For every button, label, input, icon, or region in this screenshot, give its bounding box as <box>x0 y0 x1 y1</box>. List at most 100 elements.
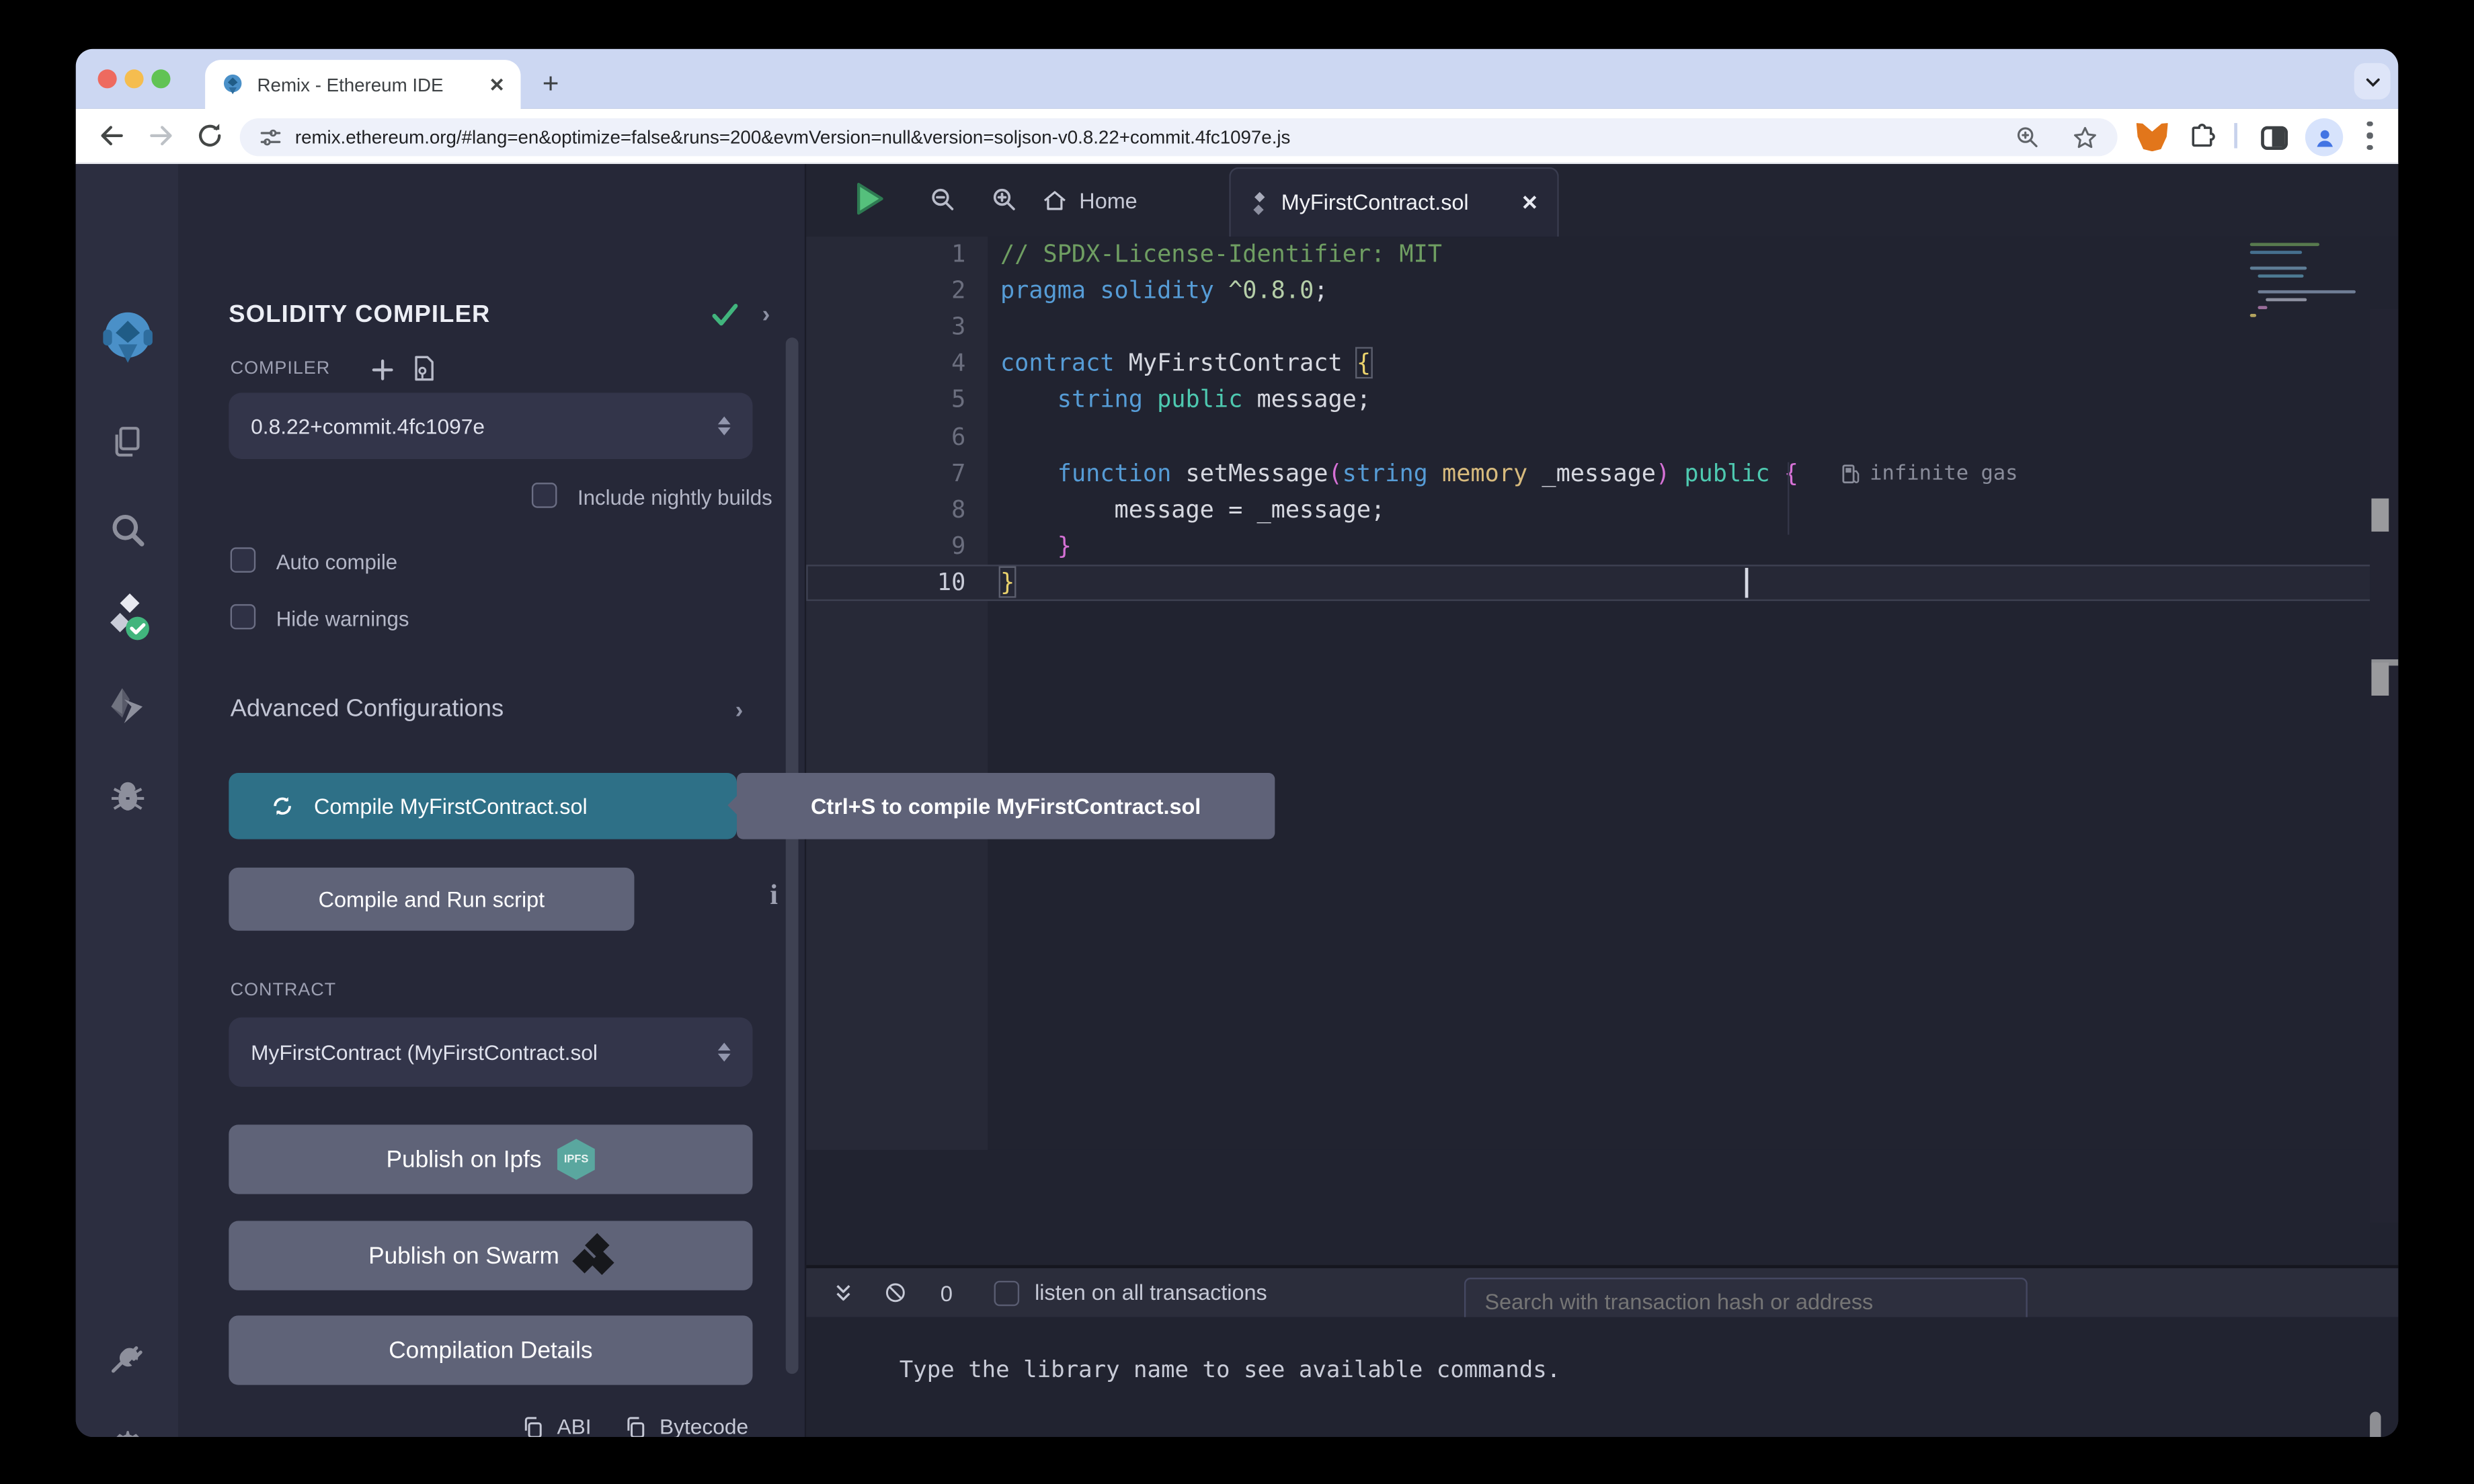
terminal-scrollbar[interactable] <box>2370 1412 2381 1438</box>
tab-close-icon[interactable]: ✕ <box>489 73 505 95</box>
ipfs-logo-icon: IPFS <box>557 1139 595 1180</box>
collapse-terminal-icon[interactable] <box>833 1282 854 1303</box>
advanced-chevron-icon[interactable]: › <box>735 697 744 724</box>
traffic-light-minimize[interactable] <box>124 69 143 88</box>
extensions-icon[interactable] <box>2186 120 2221 155</box>
code-text: } <box>988 565 1014 601</box>
listen-transactions-checkbox[interactable] <box>994 1280 1019 1306</box>
compile-button[interactable]: Compile MyFirstContract.sol <box>229 773 737 839</box>
compiler-file-icon[interactable] <box>409 354 439 384</box>
split-view-icon[interactable] <box>2256 120 2291 155</box>
tab-overflow-button[interactable] <box>2354 63 2391 99</box>
debugger-icon[interactable] <box>76 760 179 829</box>
code-line-8[interactable]: 8 message = _message; <box>806 492 2384 528</box>
select-arrows-icon <box>718 416 731 436</box>
scroll-marker <box>2371 499 2389 532</box>
fox-icon <box>2137 123 2168 151</box>
compiler-version-value: 0.8.22+commit.4fc1097e <box>251 414 485 438</box>
indent-guide <box>1788 462 1789 535</box>
search-icon[interactable] <box>76 495 179 565</box>
info-icon[interactable]: i <box>770 878 778 911</box>
line-number: 10 <box>806 565 988 601</box>
home-icon <box>1041 187 1068 214</box>
reload-icon[interactable] <box>196 122 224 150</box>
tab-close-icon[interactable]: ✕ <box>1521 190 1539 216</box>
metamask-icon[interactable] <box>2134 120 2169 155</box>
code-line-9[interactable]: 9 } <box>806 528 2384 565</box>
code-text: contract MyFirstContract { <box>988 346 1371 382</box>
code-line-2[interactable]: 2pragma solidity ^0.8.0; <box>806 273 2384 309</box>
run-script-icon[interactable] <box>855 181 885 216</box>
auto-compile-checkbox[interactable] <box>231 547 256 573</box>
advanced-configurations[interactable]: Advanced Configurations <box>231 696 504 724</box>
include-nightly-checkbox[interactable] <box>532 483 557 508</box>
url-bar[interactable]: remix.ethereum.org/#lang=en&optimize=fal… <box>240 118 2118 156</box>
compile-success-check-icon <box>710 300 740 330</box>
panel-scrollbar[interactable] <box>786 337 799 1374</box>
publish-ipfs-button[interactable]: Publish on Ipfs IPFS <box>229 1124 752 1194</box>
site-settings-icon[interactable] <box>259 126 282 149</box>
tab-myfirstcontract[interactable]: MyFirstContract.sol ✕ <box>1229 167 1559 237</box>
bytecode-label[interactable]: Bytecode <box>660 1415 748 1437</box>
traffic-light-zoom[interactable] <box>151 69 170 88</box>
include-nightly-label: Include nightly builds <box>577 486 772 509</box>
browser-tabstrip: Remix - Ethereum IDE ✕ + <box>76 49 2399 109</box>
minimap[interactable] <box>2250 243 2367 356</box>
terminal-body[interactable]: Type the library name to see available c… <box>806 1317 2398 1437</box>
code-line-3[interactable]: 3 <box>806 309 2384 345</box>
browser-tab[interactable]: Remix - Ethereum IDE ✕ <box>205 60 520 109</box>
chevron-down-icon <box>2363 72 2382 91</box>
code-line-1[interactable]: 1// SPDX-License-Identifier: MIT <box>806 237 2384 273</box>
code-line-4[interactable]: 4contract MyFirstContract { <box>806 346 2384 382</box>
back-icon[interactable] <box>98 122 126 150</box>
contract-select[interactable]: MyFirstContract (MyFirstContract.sol <box>229 1018 752 1087</box>
abi-label[interactable]: ABI <box>557 1415 591 1437</box>
chrome-menu-icon[interactable] <box>2366 122 2372 150</box>
deploy-run-icon[interactable] <box>76 672 179 741</box>
add-compiler-icon[interactable] <box>369 356 396 383</box>
url-text[interactable]: remix.ethereum.org/#lang=en&optimize=fal… <box>295 126 2015 149</box>
browser-window: Remix - Ethereum IDE ✕ + remix.ethereum.… <box>76 49 2399 1437</box>
code-text: // SPDX-License-Identifier: MIT <box>988 237 1442 273</box>
code-editor[interactable]: 1// SPDX-License-Identifier: MIT2pragma … <box>806 237 2398 1150</box>
solidity-compiler-panel: SOLIDITY COMPILER › COMPILER 0.8.22+comm… <box>178 164 805 1437</box>
toolbar-divider <box>2234 123 2237 149</box>
bookmark-star-icon[interactable] <box>2072 124 2099 151</box>
line-number: 5 <box>806 382 988 419</box>
line-number: 6 <box>806 419 988 455</box>
code-text: pragma solidity ^0.8.0; <box>988 273 1328 309</box>
new-tab-button[interactable]: + <box>530 63 571 104</box>
clear-console-icon[interactable] <box>883 1281 907 1305</box>
line-number: 8 <box>806 492 988 528</box>
line-number: 4 <box>806 346 988 382</box>
compilation-details-button[interactable]: Compilation Details <box>229 1315 752 1385</box>
plugin-manager-icon[interactable] <box>76 1322 179 1391</box>
copy-abi-icon[interactable] <box>520 1415 546 1437</box>
compile-and-run-button[interactable]: Compile and Run script <box>229 868 634 931</box>
overview-ruler[interactable] <box>2370 309 2398 1223</box>
zoom-page-icon[interactable] <box>2015 124 2040 150</box>
tab-home[interactable]: Home <box>1041 164 1138 237</box>
hide-warnings-checkbox[interactable] <box>231 604 256 630</box>
code-line-5[interactable]: 5 string public message; <box>806 382 2384 419</box>
panel-pin-chevron-icon[interactable]: › <box>762 301 770 328</box>
code-text: } <box>988 528 1072 565</box>
profile-avatar[interactable] <box>2305 118 2343 156</box>
code-line-6[interactable]: 6 <box>806 419 2384 455</box>
settings-gear-icon[interactable] <box>76 1413 179 1437</box>
zoom-out-icon[interactable] <box>929 186 956 213</box>
terminal-message: Type the library name to see available c… <box>900 1358 1560 1384</box>
code-line-7[interactable]: 7 function setMessage(string memory _mes… <box>806 455 2384 491</box>
copy-bytecode-icon[interactable] <box>623 1415 649 1437</box>
remix-logo[interactable] <box>76 303 179 372</box>
solidity-compiler-icon-active[interactable] <box>76 582 179 651</box>
forward-icon[interactable] <box>147 122 175 150</box>
zoom-in-icon[interactable] <box>991 186 1018 213</box>
editor-tabbar: Home MyFirstContract.sol ✕ <box>806 164 2398 237</box>
compiler-version-select[interactable]: 0.8.22+commit.4fc1097e <box>229 393 752 459</box>
code-line-10[interactable]: 10} <box>806 565 2384 601</box>
compiler-section-label: COMPILER <box>231 360 331 378</box>
traffic-light-close[interactable] <box>98 69 117 88</box>
file-explorer-icon[interactable] <box>76 407 179 477</box>
publish-swarm-button[interactable]: Publish on Swarm <box>229 1221 752 1290</box>
